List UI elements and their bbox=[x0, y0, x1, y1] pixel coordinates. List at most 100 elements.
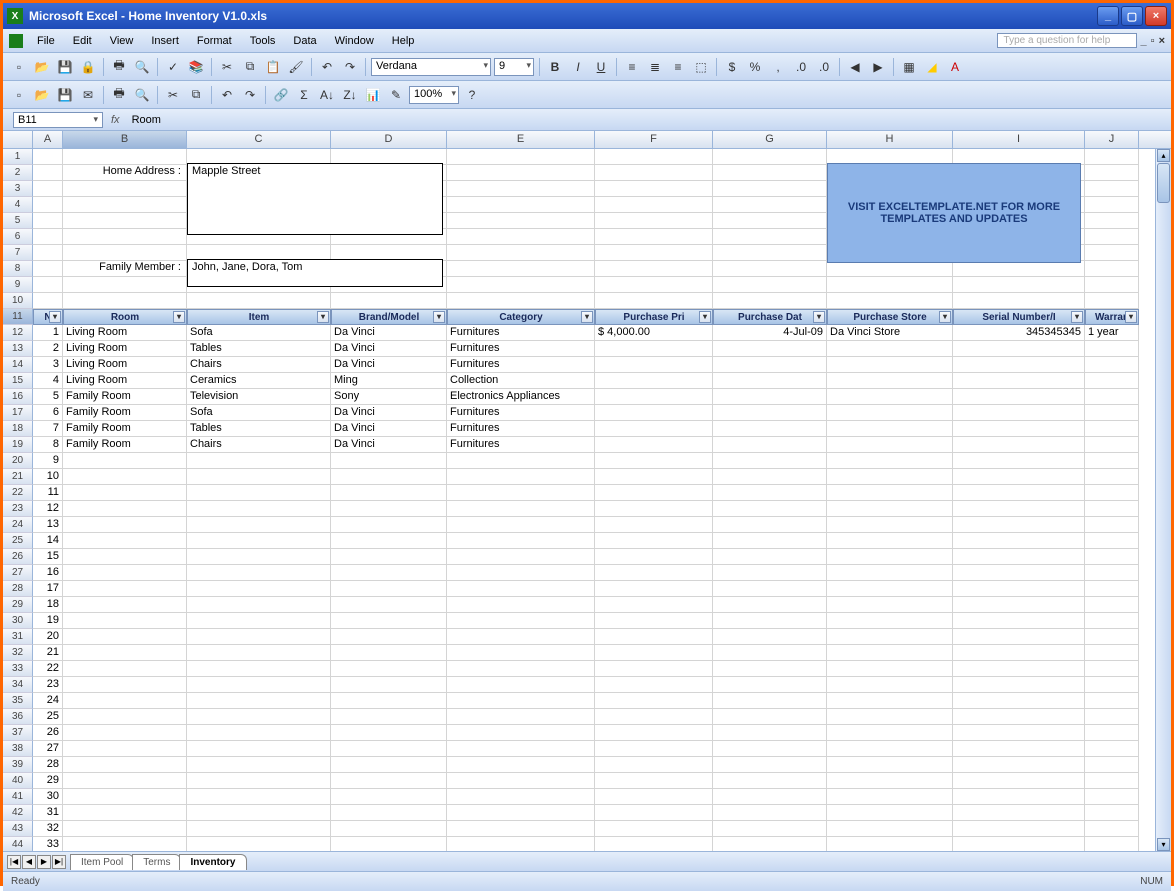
preview-icon[interactable]: 🔍 bbox=[132, 57, 152, 77]
cell[interactable] bbox=[331, 805, 447, 821]
sheet-tab-inventory[interactable]: Inventory bbox=[179, 854, 246, 870]
cell[interactable] bbox=[953, 517, 1085, 533]
menu-file[interactable]: File bbox=[29, 33, 63, 49]
cell[interactable] bbox=[447, 725, 595, 741]
cell[interactable] bbox=[1085, 485, 1139, 501]
cell[interactable] bbox=[63, 837, 187, 851]
cell[interactable] bbox=[63, 501, 187, 517]
cell[interactable] bbox=[595, 789, 713, 805]
cell[interactable] bbox=[953, 453, 1085, 469]
row-header[interactable]: 10 bbox=[3, 293, 33, 309]
row-header[interactable]: 1 bbox=[3, 149, 33, 165]
sort-desc-icon[interactable]: Z↓ bbox=[340, 85, 360, 105]
cell[interactable] bbox=[827, 293, 953, 309]
cell[interactable] bbox=[331, 469, 447, 485]
cell[interactable] bbox=[331, 645, 447, 661]
print2-icon[interactable]: 🖶 bbox=[109, 85, 129, 105]
cell-item[interactable]: Chairs bbox=[187, 357, 331, 373]
cell[interactable] bbox=[827, 725, 953, 741]
cell[interactable] bbox=[713, 677, 827, 693]
cell[interactable] bbox=[447, 773, 595, 789]
cell-room[interactable]: Living Room bbox=[63, 357, 187, 373]
sheet-tab-item-pool[interactable]: Item Pool bbox=[70, 854, 134, 870]
row-header[interactable]: 16 bbox=[3, 389, 33, 405]
cell[interactable] bbox=[953, 629, 1085, 645]
cell[interactable] bbox=[595, 213, 713, 229]
cell[interactable] bbox=[33, 165, 63, 181]
cell[interactable] bbox=[447, 549, 595, 565]
row-header[interactable]: 29 bbox=[3, 597, 33, 613]
cell[interactable] bbox=[447, 501, 595, 517]
cell[interactable] bbox=[713, 485, 827, 501]
cell[interactable] bbox=[187, 661, 331, 677]
cell[interactable] bbox=[63, 805, 187, 821]
table-header-room[interactable]: Room▾ bbox=[63, 309, 187, 325]
cell-serial[interactable] bbox=[953, 389, 1085, 405]
cell-room[interactable]: Living Room bbox=[63, 373, 187, 389]
cell-date[interactable] bbox=[713, 373, 827, 389]
cell-store[interactable] bbox=[827, 405, 953, 421]
cell-date[interactable] bbox=[713, 341, 827, 357]
scroll-thumb[interactable] bbox=[1157, 163, 1170, 203]
cell[interactable] bbox=[63, 533, 187, 549]
copy-icon[interactable]: ⧉ bbox=[240, 57, 260, 77]
filter-dropdown-icon[interactable]: ▾ bbox=[1125, 311, 1137, 323]
cell[interactable] bbox=[595, 725, 713, 741]
cell[interactable] bbox=[63, 741, 187, 757]
filter-dropdown-icon[interactable]: ▾ bbox=[1071, 311, 1083, 323]
open2-icon[interactable]: 📂 bbox=[32, 85, 52, 105]
cell[interactable] bbox=[953, 581, 1085, 597]
cell[interactable] bbox=[595, 581, 713, 597]
column-header-I[interactable]: I bbox=[953, 131, 1085, 148]
cell[interactable] bbox=[447, 213, 595, 229]
cell[interactable] bbox=[595, 821, 713, 837]
cell[interactable] bbox=[447, 581, 595, 597]
cell-serial[interactable] bbox=[953, 373, 1085, 389]
cell[interactable] bbox=[827, 741, 953, 757]
cell[interactable] bbox=[33, 277, 63, 293]
cell[interactable] bbox=[63, 453, 187, 469]
cell[interactable] bbox=[595, 229, 713, 245]
cell[interactable] bbox=[63, 485, 187, 501]
cell-room[interactable]: Family Room bbox=[63, 421, 187, 437]
cell-warranty[interactable] bbox=[1085, 405, 1139, 421]
cell[interactable] bbox=[187, 677, 331, 693]
cell[interactable] bbox=[1085, 837, 1139, 851]
cell-store[interactable]: Da Vinci Store bbox=[827, 325, 953, 341]
cell-price[interactable] bbox=[595, 405, 713, 421]
cell[interactable] bbox=[953, 821, 1085, 837]
tab-last-icon[interactable]: ▶| bbox=[52, 855, 66, 869]
cell[interactable] bbox=[713, 293, 827, 309]
cell[interactable] bbox=[713, 725, 827, 741]
cell-brand[interactable]: Sony bbox=[331, 389, 447, 405]
cell[interactable] bbox=[827, 805, 953, 821]
cell[interactable] bbox=[827, 517, 953, 533]
row-header[interactable]: 24 bbox=[3, 517, 33, 533]
cell-price[interactable] bbox=[595, 421, 713, 437]
cell[interactable] bbox=[1085, 693, 1139, 709]
cell[interactable] bbox=[595, 293, 713, 309]
row-header[interactable]: 21 bbox=[3, 469, 33, 485]
row-header[interactable]: 11 bbox=[3, 309, 33, 325]
cell[interactable] bbox=[63, 549, 187, 565]
cell[interactable] bbox=[187, 613, 331, 629]
cell-category[interactable]: Furnitures bbox=[447, 341, 595, 357]
fx-icon[interactable]: fx bbox=[111, 114, 120, 126]
cell[interactable] bbox=[827, 789, 953, 805]
cell[interactable] bbox=[953, 277, 1085, 293]
cell-category[interactable]: Furnitures bbox=[447, 421, 595, 437]
cell[interactable] bbox=[447, 693, 595, 709]
table-header-purchase-dat[interactable]: Purchase Dat▾ bbox=[713, 309, 827, 325]
cell[interactable] bbox=[827, 581, 953, 597]
cell[interactable] bbox=[63, 693, 187, 709]
cell[interactable] bbox=[713, 261, 827, 277]
cell[interactable] bbox=[827, 837, 953, 851]
address-input[interactable]: Mapple Street bbox=[187, 163, 443, 235]
row-header[interactable]: 14 bbox=[3, 357, 33, 373]
bold-button[interactable]: B bbox=[545, 57, 565, 77]
help-search-input[interactable]: Type a question for help bbox=[997, 33, 1137, 48]
cell[interactable] bbox=[187, 725, 331, 741]
row-header[interactable]: 40 bbox=[3, 773, 33, 789]
hyperlink-icon[interactable]: 🔗 bbox=[271, 85, 291, 105]
cell[interactable] bbox=[953, 805, 1085, 821]
